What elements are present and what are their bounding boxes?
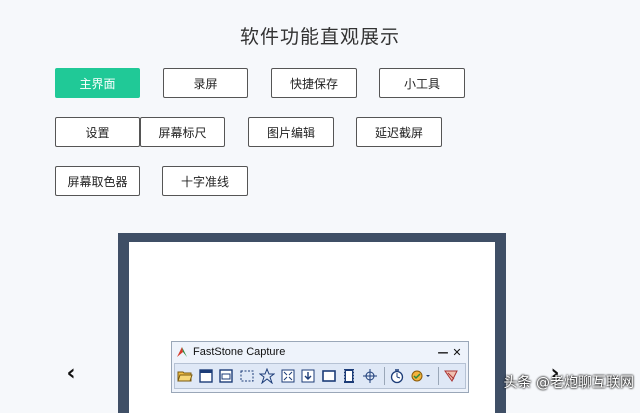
faststone-logo-icon [177,347,187,357]
capture-fullscreen-icon[interactable] [280,367,297,385]
watermark-text: 头条 @老炮聊互联网 [503,375,634,391]
feature-button-color-picker[interactable]: 屏幕取色器 [55,166,140,196]
feature-button-delay-capture[interactable]: 延迟截屏 [356,117,442,147]
feature-button-screen-ruler[interactable]: 屏幕标尺 [140,117,225,147]
faststone-window-title: FastStone Capture [193,346,286,358]
output-destination-icon[interactable] [410,367,432,385]
faststone-titlebar: FastStone Capture — ✕ [172,342,468,362]
toolbar-separator [437,367,439,385]
minimize-icon[interactable]: — [436,346,450,359]
feature-button-settings[interactable]: 设置 [55,117,140,147]
capture-scrolling-icon[interactable] [300,367,317,385]
feature-button-image-edit[interactable]: 图片编辑 [248,117,334,147]
page-title: 软件功能直观展示 [239,26,400,48]
feature-button-main-ui[interactable]: 主界面 [55,68,140,98]
settings-menu-icon[interactable] [443,367,460,385]
feature-button-record-screen[interactable]: 录屏 [163,68,248,98]
open-folder-icon[interactable] [177,367,194,385]
capture-window-icon[interactable] [198,367,215,385]
screenshot-preview-frame: FastStone Capture — ✕ [118,233,506,413]
capture-rectangle-icon[interactable] [239,367,256,385]
screen-recorder-icon[interactable] [341,367,358,385]
capture-fixed-region-icon[interactable] [321,367,338,385]
feature-button-tools[interactable]: 小工具 [379,68,465,98]
faststone-toolbar [174,363,466,389]
chevron-left-icon[interactable]: ‹ [61,360,81,386]
crosshair-icon[interactable] [362,367,379,385]
screenshot-preview-screen: FastStone Capture — ✕ [129,242,495,413]
feature-button-crosshair[interactable]: 十字准线 [162,166,248,196]
delay-timer-icon[interactable] [389,367,406,385]
close-icon[interactable]: ✕ [450,346,464,359]
capture-freehand-icon[interactable] [259,367,276,385]
feature-button-quick-save[interactable]: 快捷保存 [271,68,357,98]
faststone-capture-window: FastStone Capture — ✕ [171,341,469,393]
toolbar-separator [384,367,386,385]
capture-object-icon[interactable] [218,367,235,385]
